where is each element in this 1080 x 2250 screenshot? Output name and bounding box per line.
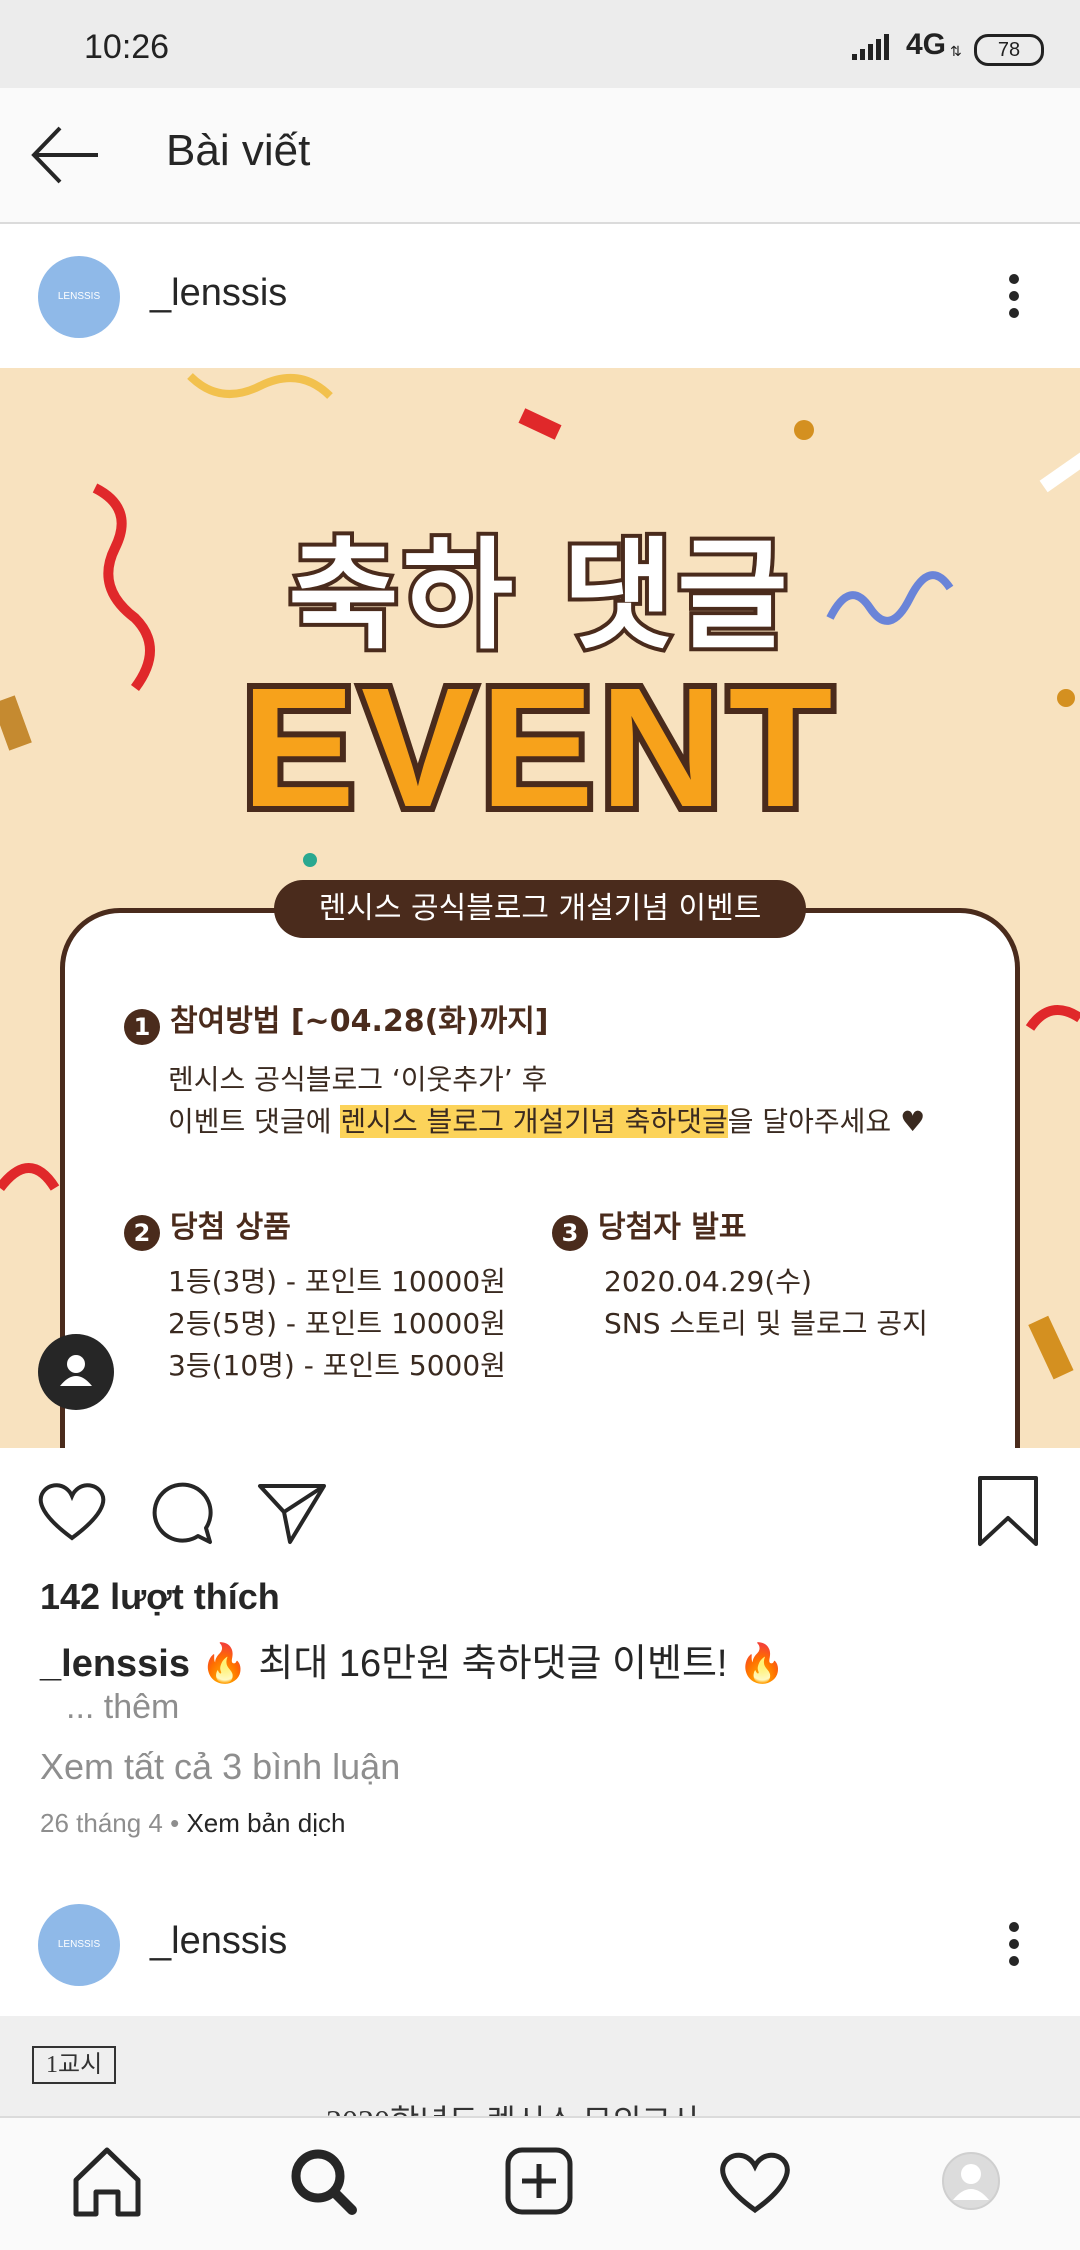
announce-line: SNS 스토리 및 블로그 공지: [604, 1307, 928, 1340]
data-activity-icon: ⇅: [950, 44, 962, 60]
translate-link[interactable]: Xem bản dịch: [186, 1808, 345, 1838]
post-caption: _lenssis 🔥 최대 16만원 축하댓글 이벤트! 🔥: [40, 1632, 785, 1687]
section-number: 3: [552, 1214, 588, 1251]
search-icon: [291, 2149, 357, 2215]
status-time: 10:26: [84, 28, 170, 66]
prize-line: 1등(3명) - 포인트 10000원: [168, 1265, 506, 1298]
avatar[interactable]: LENSSIS: [38, 1904, 120, 1986]
more-caption-link[interactable]: ... thêm: [66, 1688, 179, 1727]
page-title: Bài viết: [166, 126, 311, 175]
comment-button[interactable]: [142, 1472, 222, 1552]
section-prizes: 2 당첨 상품: [124, 1202, 291, 1251]
section-participation: 1 참여방법 [~04.28(화)까지]: [124, 996, 549, 1045]
announce-line: 2020.04.29(수): [604, 1265, 812, 1298]
heart-icon: [720, 2152, 790, 2214]
network-type: 4G: [906, 28, 947, 61]
section-title: 당첨 상품: [170, 1210, 291, 1245]
post-username[interactable]: _lenssis: [150, 272, 287, 315]
nav-search[interactable]: [278, 2136, 368, 2226]
nav-activity[interactable]: [710, 2136, 800, 2226]
add-post-icon: [505, 2147, 573, 2215]
like-count[interactable]: 142 lượt thích: [40, 1576, 280, 1618]
text-segment: 이벤트 댓글에: [168, 1105, 341, 1138]
save-button[interactable]: [968, 1472, 1048, 1552]
arrow-left-icon: [31, 126, 98, 184]
post-date: 26 tháng 4: [40, 1808, 163, 1838]
event-banner: 렌시스 공식블로그 개설기념 이벤트: [274, 880, 806, 938]
prize-line: 3등(10명) - 포인트 5000원: [168, 1349, 506, 1382]
battery-indicator: 78: [974, 34, 1044, 66]
post-username[interactable]: _lenssis: [150, 1920, 287, 1963]
event-title: EVENT: [236, 647, 839, 849]
tagged-users-button[interactable]: [38, 1334, 114, 1410]
nav-profile[interactable]: [926, 2136, 1016, 2226]
send-icon: [258, 1484, 326, 1544]
section-number: 2: [124, 1214, 160, 1251]
section-title: 참여방법 [~04.28(화)까지]: [170, 1004, 549, 1039]
caption-username[interactable]: _lenssis: [40, 1643, 190, 1685]
signal-icon: [852, 34, 889, 60]
heart-icon: [38, 1483, 106, 1541]
caption-text: 🔥 최대 16만원 축하댓글 이벤트! 🔥: [190, 1643, 786, 1685]
section-announce: 3 당첨자 발표: [552, 1202, 746, 1251]
user-icon: [60, 1355, 92, 1386]
back-button[interactable]: [26, 120, 106, 190]
separator: •: [162, 1808, 187, 1838]
nav-new-post[interactable]: [494, 2136, 584, 2226]
section-number: 1: [124, 1008, 160, 1045]
exam-title: 2020학년도 렌시스 모의고사: [326, 2096, 700, 2116]
view-comments-link[interactable]: Xem tất cả 3 bình luận: [40, 1746, 400, 1788]
post-image[interactable]: 1교시 2020학년도 렌시스 모의고사: [0, 2016, 1080, 2116]
highlighted-text: 렌시스 블로그 개설기념 축하댓글: [340, 1105, 728, 1138]
profile-icon: [942, 2152, 1000, 2210]
top-app-bar: [0, 88, 1080, 224]
prize-line: 2등(5명) - 포인트 10000원: [168, 1307, 506, 1340]
text-segment: 을 달아주세요 ♥: [727, 1105, 926, 1138]
post-meta: 26 tháng 4 • Xem bản dịch: [40, 1808, 345, 1839]
post-image[interactable]: 축하 댓글 EVENT 렌시스 공식블로그 개설기념 이벤트 1 참여방법 [~0…: [0, 368, 1080, 1448]
nav-home[interactable]: [62, 2136, 152, 2226]
participation-line: 렌시스 공식블로그 ‘이웃추가’ 후: [168, 1063, 548, 1096]
comment-icon: [152, 1482, 213, 1544]
section-title: 당첨자 발표: [598, 1210, 747, 1245]
like-button[interactable]: [32, 1472, 112, 1552]
exam-label: 1교시: [32, 2046, 117, 2084]
participation-line: 이벤트 댓글에 렌시스 블로그 개설기념 축하댓글을 달아주세요 ♥: [168, 1100, 925, 1140]
avatar[interactable]: LENSSIS: [38, 256, 120, 338]
post-options-button[interactable]: [994, 266, 1034, 326]
home-icon: [73, 2147, 141, 2217]
post-options-button[interactable]: [994, 1914, 1034, 1974]
bookmark-icon: [978, 1476, 1038, 1546]
event-title-korean: 축하 댓글: [284, 523, 792, 670]
share-button[interactable]: [252, 1472, 332, 1552]
